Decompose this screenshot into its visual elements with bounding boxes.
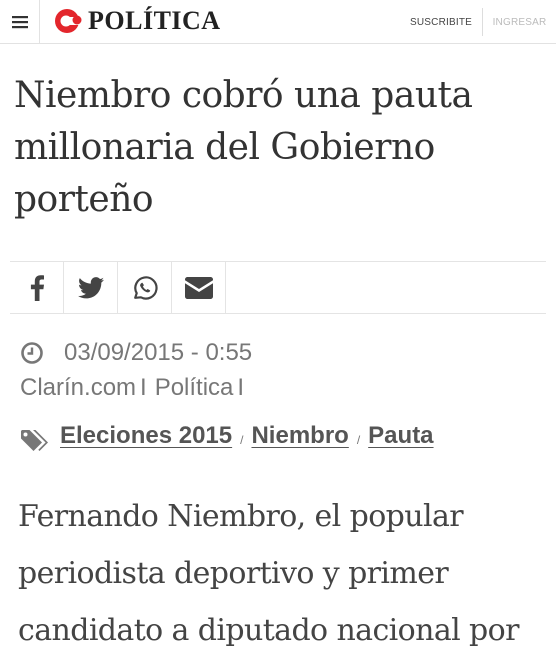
whatsapp-icon (133, 276, 158, 300)
share-bar (10, 261, 546, 314)
article-body: Fernando Niembro, el popular periodista … (18, 499, 519, 648)
tags-icon (21, 430, 48, 451)
article-section[interactable]: Política (155, 374, 234, 401)
article-date: 03/09/2015 - 0:55 (64, 339, 253, 366)
share-email-button[interactable] (172, 262, 226, 314)
login-link[interactable]: INGRESAR (482, 8, 556, 36)
facebook-icon (30, 275, 44, 301)
tag-link[interactable]: Pauta (368, 422, 433, 450)
section-title[interactable]: POLÍTICA (88, 4, 221, 38)
email-icon (184, 277, 213, 299)
clarin-logo-icon (55, 9, 82, 33)
menu-button[interactable] (0, 0, 40, 44)
tag-list: Eleciones 2015 / Niembro / Pauta (20, 418, 434, 454)
hamburger-icon (11, 16, 28, 29)
tag-link[interactable]: Eleciones 2015 (60, 422, 232, 450)
share-facebook-button[interactable] (10, 262, 64, 314)
clarin-logo[interactable] (52, 6, 86, 36)
tag-separator: / (356, 433, 361, 447)
subscribe-link[interactable]: SUSCRIBITE (400, 0, 482, 44)
tag-separator: / (240, 433, 244, 447)
article-source[interactable]: Clarín.com (20, 374, 136, 401)
article-date-row: 03/09/2015 - 0:55 (20, 338, 252, 368)
tag-link[interactable]: Niembro (251, 422, 348, 450)
top-bar: POLÍTICA SUSCRIBITE INGRESAR (0, 0, 556, 44)
clock-icon (21, 342, 43, 364)
share-twitter-button[interactable] (64, 262, 118, 314)
article-source-row: Clarín.com I Política I (20, 374, 245, 401)
article-headline: Niembro cobró una pauta millonaria del G… (14, 75, 473, 220)
share-whatsapp-button[interactable] (118, 262, 172, 314)
twitter-icon (77, 277, 104, 299)
